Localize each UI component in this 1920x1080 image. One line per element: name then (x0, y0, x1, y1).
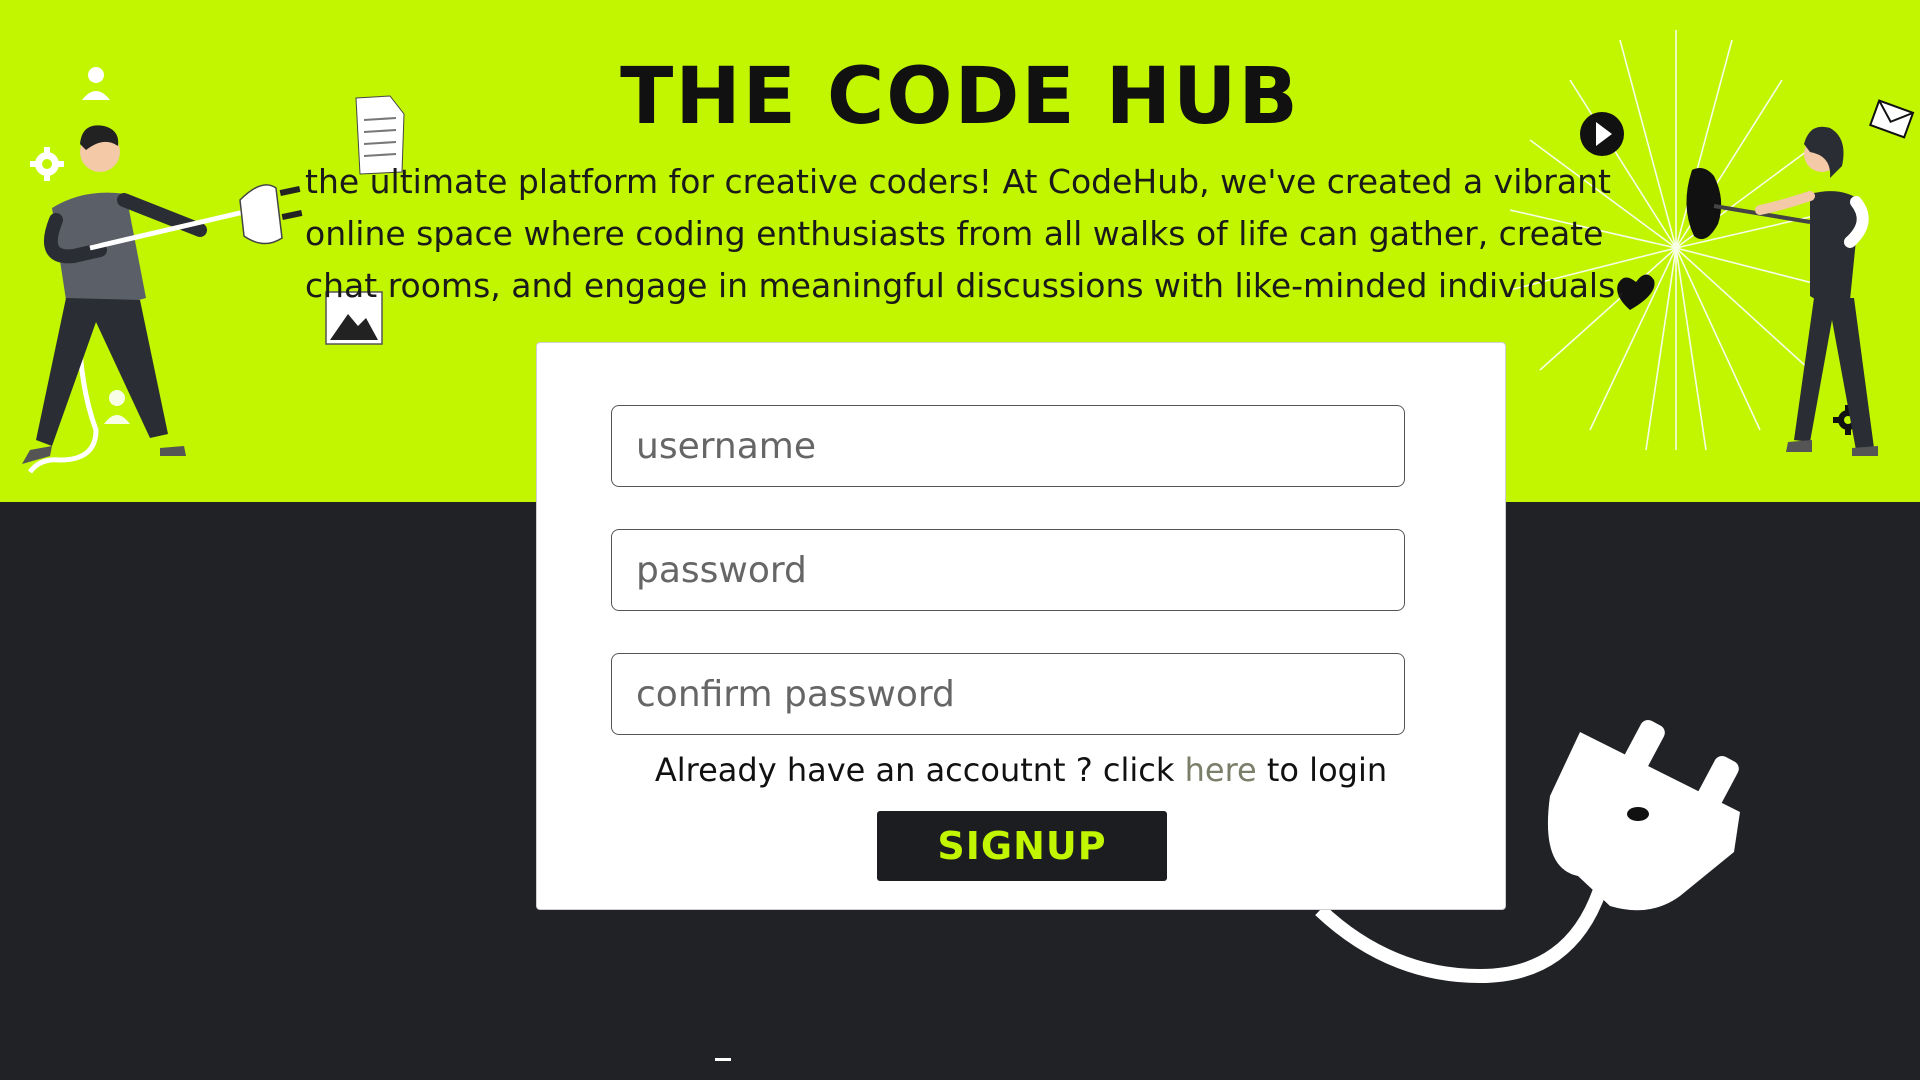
signup-card: Already have an accoutnt ? click here to… (536, 342, 1506, 910)
signup-button[interactable]: SIGNUP (877, 811, 1167, 881)
username-input[interactable] (611, 405, 1405, 487)
login-prompt-suffix: to login (1256, 751, 1388, 789)
login-prompt: Already have an accoutnt ? click here to… (537, 751, 1505, 789)
login-prompt-prefix: Already have an accoutnt ? click (654, 751, 1185, 789)
divider-dash (715, 1058, 731, 1061)
confirm-password-input[interactable] (611, 653, 1405, 735)
gear-icon (30, 147, 64, 181)
password-input[interactable] (611, 529, 1405, 611)
intro-text: the ultimate platform for creative coder… (305, 162, 1626, 305)
user-icon (104, 390, 130, 424)
login-link[interactable]: here (1185, 751, 1257, 789)
page-title: THE CODE HUB (620, 52, 1300, 142)
